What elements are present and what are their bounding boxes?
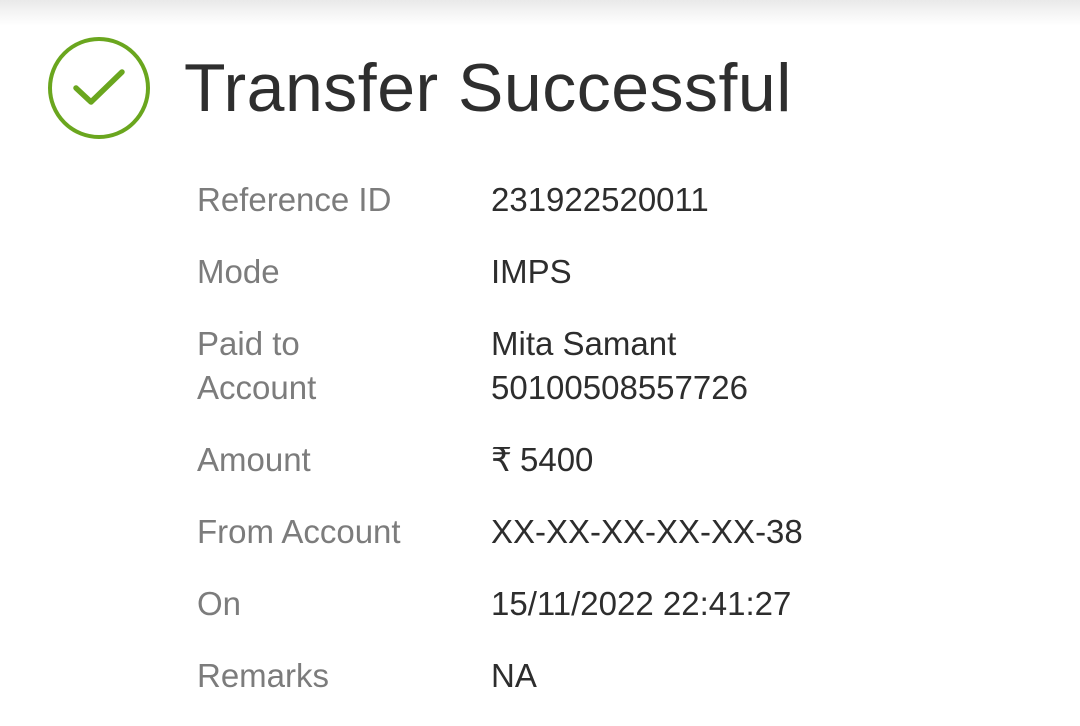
mode-value: IMPS <box>491 253 572 290</box>
transfer-details: Reference ID 231922520011 Mode IMPS Paid… <box>197 178 1057 726</box>
paid-to-label: Paid to Account <box>197 322 491 410</box>
amount-label: Amount <box>197 441 311 478</box>
payee-name: Mita Samant <box>491 325 677 362</box>
mode-label: Mode <box>197 253 280 290</box>
paid-to-label-line2: Account <box>197 369 317 406</box>
detail-row-mode: Mode IMPS <box>197 250 1057 294</box>
on-label: On <box>197 585 242 622</box>
from-account-value: XX-XX-XX-XX-XX-38 <box>491 513 803 550</box>
detail-row-reference-id: Reference ID 231922520011 <box>197 178 1057 222</box>
from-account-label: From Account <box>197 513 401 550</box>
paid-to-value: Mita Samant 50100508557726 <box>491 322 748 410</box>
checkmark-icon <box>73 69 125 105</box>
remarks-label: Remarks <box>197 657 330 694</box>
detail-row-on: On 15/11/2022 22:41:27 <box>197 582 1057 626</box>
amount-value: ₹5400 <box>491 438 593 482</box>
top-shadow <box>0 0 1080 26</box>
check-circle-icon <box>48 37 150 139</box>
reference-id-label: Reference ID <box>197 181 392 218</box>
remarks-value: NA <box>491 657 537 694</box>
detail-row-amount: Amount ₹5400 <box>197 438 1057 482</box>
page-title: Transfer Successful <box>184 50 792 126</box>
payee-account-number: 50100508557726 <box>491 369 748 406</box>
reference-id-value: 231922520011 <box>491 181 709 218</box>
paid-to-label-line1: Paid to <box>197 325 300 362</box>
detail-row-remarks: Remarks NA <box>197 654 1057 698</box>
detail-row-paid-to: Paid to Account Mita Samant 501005085577… <box>197 322 1057 410</box>
transaction-datetime: 15/11/2022 22:41:27 <box>491 585 792 622</box>
amount-number: 5400 <box>520 441 594 478</box>
detail-row-from-account: From Account XX-XX-XX-XX-XX-38 <box>197 510 1057 554</box>
rupee-symbol: ₹ <box>491 441 512 478</box>
success-header: Transfer Successful <box>48 34 792 142</box>
